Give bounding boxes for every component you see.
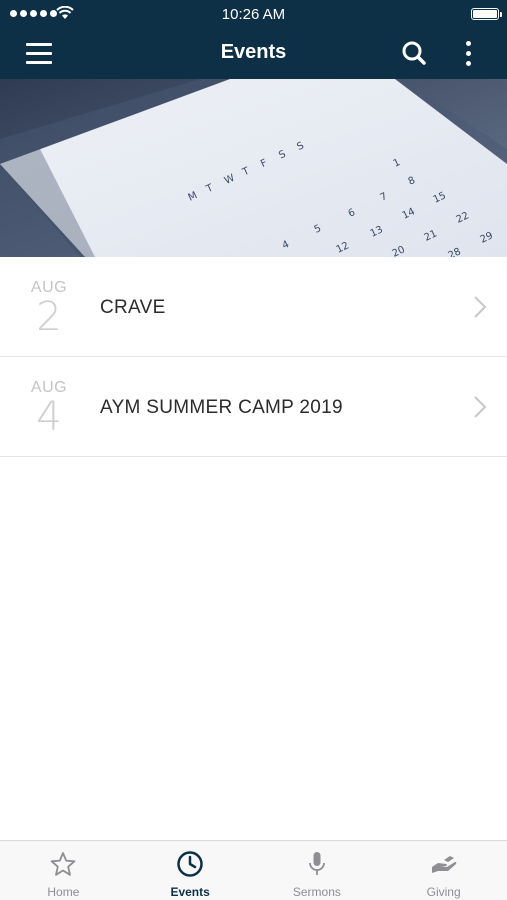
event-list: AUG 2 CRAVE AUG 4 AYM SUMMER CAMP 2019 [0,257,507,457]
tab-sermons[interactable]: Sermons [254,841,381,900]
event-date: AUG 4 [18,379,80,437]
event-day: 2 [36,294,62,340]
more-options-button[interactable] [454,38,482,68]
page-title: Events [220,41,287,63]
tab-label: Events [170,885,210,899]
tab-label: Giving [426,885,461,899]
star-icon [51,852,76,876]
chevron-right-icon [474,396,487,418]
event-title: AYM SUMMER CAMP 2019 [100,397,343,418]
tab-label: Sermons [292,885,341,899]
battery-icon [471,8,502,20]
navigation-bar: Events [0,28,507,79]
clock-icon [177,851,203,877]
microphone-icon [308,852,325,875]
status-time: 10:26 AM [221,6,286,23]
tab-bar: Home Events Sermons Giving [0,840,507,900]
search-icon[interactable] [398,38,430,68]
status-bar: 10:26 AM [0,0,507,28]
giving-hand-icon [431,856,456,873]
more-vertical-icon [465,40,471,46]
event-row-crave[interactable]: AUG 2 CRAVE [0,257,507,357]
tab-home[interactable]: Home [0,841,127,900]
hero-calendar-image: MTWTFSS 1 8 7 15 6 14 22 5 13 21 29 4 12… [0,79,507,257]
tab-giving[interactable]: Giving [380,841,507,900]
event-date: AUG 2 [18,279,80,337]
tab-events[interactable]: Events [127,841,254,900]
chevron-right-icon [474,296,487,318]
event-title: CRAVE [100,297,166,318]
tab-label: Home [47,885,80,899]
event-row-aym-summer-camp[interactable]: AUG 4 AYM SUMMER CAMP 2019 [0,357,507,457]
event-day: 4 [36,394,62,440]
calendar-photo: MTWTFSS 1 8 7 15 6 14 22 5 13 21 29 4 12… [0,79,507,257]
